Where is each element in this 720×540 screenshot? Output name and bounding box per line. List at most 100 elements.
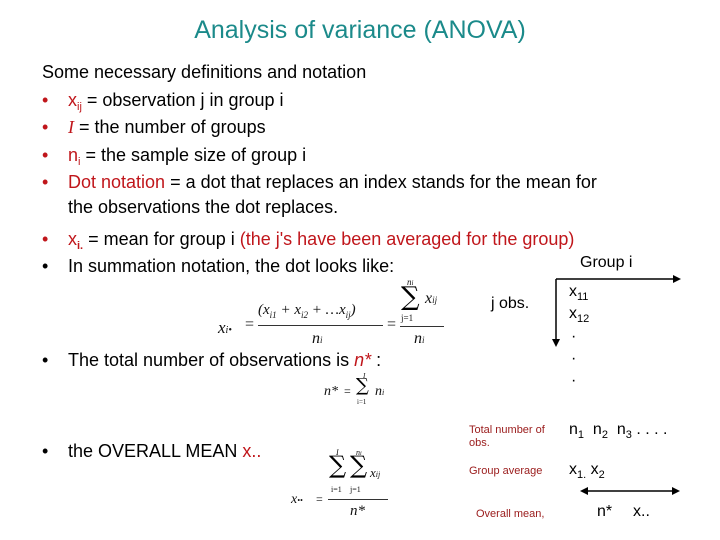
bullet-total-observations: • The total number of observations is n*… <box>42 350 381 371</box>
sigma-symbol: ∑ <box>401 282 420 312</box>
formula-sub: i <box>382 388 385 397</box>
cell-symbol: x <box>569 283 577 300</box>
formula-equals: = <box>245 316 255 333</box>
formula-symbol: n <box>414 330 422 347</box>
value-sub: 2 <box>601 429 608 441</box>
symbol-xdotdot: x.. <box>242 441 262 461</box>
formula-nstar-lhs: n* <box>324 384 338 399</box>
formula-sub: i• <box>225 325 232 336</box>
arrow-head-right <box>673 275 681 283</box>
j-obs-label: j obs. <box>491 295 530 312</box>
cell-x12: x12 <box>569 305 589 325</box>
cell-symbol: x <box>569 305 577 322</box>
bullet-marker: • <box>42 350 49 370</box>
bullet-observation: • xij = observation j in group i <box>42 90 284 113</box>
formula-sub: i <box>320 335 323 345</box>
sum-term: ni <box>375 384 384 400</box>
formula-numerator: (xi1 + xi2 + …xij) <box>258 302 356 320</box>
bullet-dot-notation: • Dot notation = a dot that replaces an … <box>42 172 597 193</box>
value-symbol: n <box>569 421 578 438</box>
overall-n-value: n* <box>597 503 613 520</box>
sum-lower-limit: i=1 <box>357 398 367 406</box>
bullet-marker: • <box>42 117 49 137</box>
sum-lower-limit: j=1 <box>401 313 414 323</box>
value-symbol: x <box>569 461 577 478</box>
group-average-label: Group average <box>469 465 543 477</box>
bullet-dot-notation-cont: the observations the dot replaces. <box>68 197 339 217</box>
bullet-text: = mean for group i <box>83 229 240 249</box>
formula-equals: = <box>316 492 323 506</box>
sigma-symbol-inner: ∑ <box>350 451 368 479</box>
bullet-text: In summation notation, the dot looks lik… <box>68 256 395 276</box>
fraction-bar <box>258 325 383 326</box>
overall-mean-label: Overall mean, <box>476 508 545 520</box>
value-ellipsis: . . . . <box>636 421 668 438</box>
bullet-marker: • <box>42 256 49 276</box>
value-sub: 2 <box>598 469 605 481</box>
sum-lower-limit-2: j=1 <box>350 485 361 494</box>
bullet-text: = the number of groups <box>74 117 266 137</box>
value-sub: 1 <box>577 429 585 441</box>
bullet-marker: • <box>42 172 49 192</box>
symbol-x: x <box>68 229 77 249</box>
slide-title: Analysis of variance (ANOVA) <box>194 16 526 44</box>
group-average-values: x1. x2 <box>569 461 605 481</box>
arrow-head-down <box>552 339 560 347</box>
cell-sub: 12 <box>577 313 590 325</box>
sum-term: xij <box>425 290 437 308</box>
formula-sub: ij <box>375 470 381 479</box>
symbol-nstar: n* <box>354 350 372 370</box>
label-line-1: Total number of <box>469 424 545 436</box>
fraction-bar <box>328 499 388 500</box>
dot-notation-term: Dot notation <box>68 172 166 192</box>
formula-equals: = <box>387 316 397 333</box>
formula-sub: •• <box>297 496 303 505</box>
formula-overall-lhs: x•• <box>291 492 303 508</box>
bullet-number-of-groups: • I = the number of groups <box>42 117 266 138</box>
formula-group-mean-lhs: xi• <box>218 318 232 338</box>
formula-sub: i <box>422 335 425 345</box>
symbol-x: x <box>68 90 77 110</box>
bullet-tail: : <box>371 350 382 370</box>
formula-symbol: x <box>218 318 226 337</box>
bullet-text: = observation j in group i <box>81 90 284 110</box>
fraction-bar <box>400 326 444 327</box>
value-symbol: n <box>616 421 626 438</box>
formula-overall-denominator: n* <box>350 503 365 519</box>
overall-x-value: x.. <box>633 503 650 520</box>
bullet-marker: • <box>42 145 49 165</box>
arrow-head-left <box>580 487 588 495</box>
label-line-2: obs. <box>469 437 490 449</box>
formula-sub: ij <box>432 295 438 305</box>
total-obs-label: Total number of obs. <box>469 424 545 450</box>
value-symbol: n <box>592 421 602 438</box>
symbol-n: n <box>68 145 79 165</box>
ellipsis-dot-3: · <box>571 372 577 389</box>
bullet-text: = a dot that replaces an index stands fo… <box>165 172 597 192</box>
formula-equals: = <box>344 384 351 398</box>
bullet-text: the OVERALL MEAN <box>68 441 243 461</box>
ellipsis-dot-2: · <box>571 350 577 367</box>
bullet-sample-size: • ni = the sample size of group i <box>42 145 306 168</box>
cell-x11: x11 <box>569 283 588 303</box>
bullet-text: The total number of observations is <box>68 350 355 370</box>
bullet-marker: • <box>42 229 49 249</box>
total-obs-values: n1 n2 n3 . . . . <box>569 421 667 441</box>
sum-term: xij <box>370 465 380 481</box>
sum-lower-limit-1: i=1 <box>331 485 342 494</box>
bullet-marker: • <box>42 90 49 110</box>
value-sub: 3 <box>625 429 632 441</box>
group-i-label: Group i <box>580 254 633 271</box>
formula-symbol: n <box>312 330 320 347</box>
formula-symbol: n <box>375 384 382 399</box>
double-arrow <box>580 487 680 495</box>
bullet-group-mean: • xi. = mean for group i (the j's have b… <box>42 229 574 252</box>
bullet-marker: • <box>42 441 49 461</box>
bullet-text: = the sample size of group i <box>80 145 307 165</box>
value-sub: 1. <box>577 469 587 481</box>
value-symbol: x <box>590 461 599 478</box>
bullet-red-note: (the j's have been averaged for the grou… <box>239 229 575 249</box>
sum-denominator: ni <box>414 330 425 348</box>
ellipsis-dot-1: · <box>571 328 577 345</box>
sigma-symbol-outer: ∑ <box>329 451 347 479</box>
